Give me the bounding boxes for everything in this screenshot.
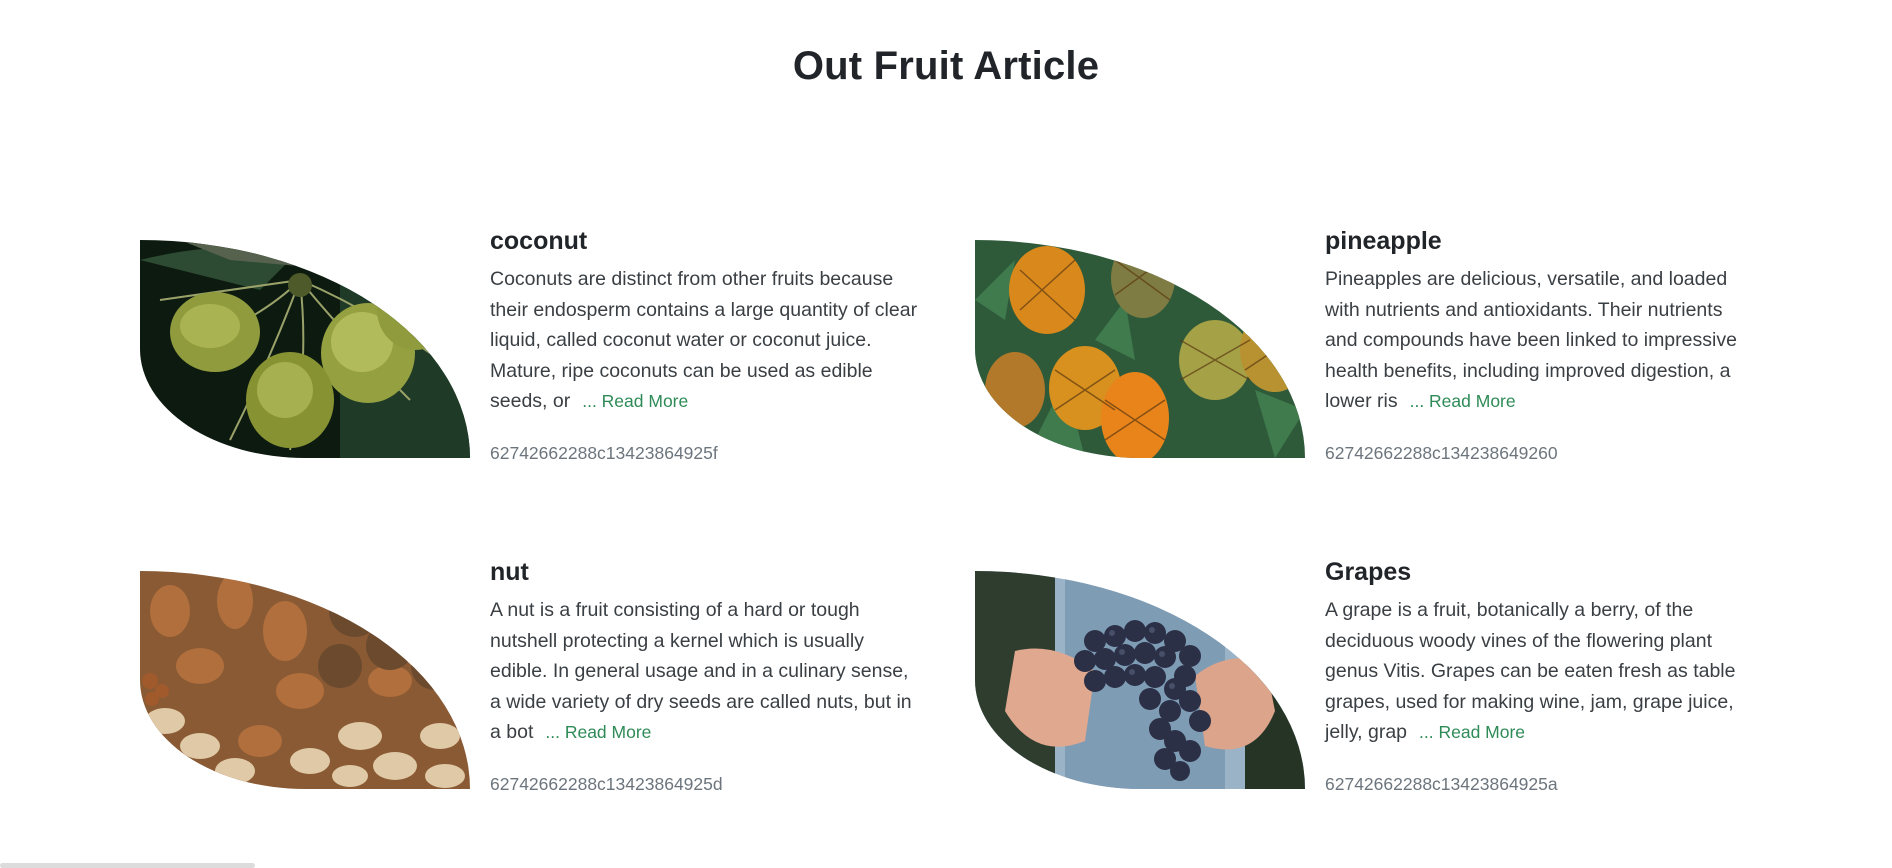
article-id: 62742662288c13423864925d: [490, 773, 723, 794]
article-id: 62742662288c13423864925a: [1325, 773, 1558, 794]
article-card-coconut: coconut Coconuts are distinct from other…: [140, 222, 960, 463]
article-card-grapes: Grapes A grape is a fruit, botanically a…: [975, 553, 1795, 794]
article-excerpt-text: Coconuts are distinct from other fruits …: [490, 268, 918, 412]
article-id: 62742662288c134238649260: [1325, 442, 1558, 463]
article-excerpt-text: Pineapples are delicious, versatile, and…: [1325, 268, 1737, 412]
article-excerpt-text: A grape is a fruit, botanically a berry,…: [1325, 599, 1736, 743]
horizontal-scrollbar[interactable]: [0, 863, 255, 868]
article-body: coconut Coconuts are distinct from other…: [490, 222, 920, 464]
article-title: Grapes: [1325, 558, 1412, 586]
read-more-link[interactable]: ... Read More: [1419, 722, 1525, 742]
article-excerpt: Coconuts are distinct from other fruits …: [490, 264, 920, 417]
article-body: nut A nut is a fruit consisting of a har…: [490, 553, 920, 795]
page: Out Fruit Article coconut Coconuts are d…: [0, 0, 1892, 868]
grapes-icon: [975, 571, 1305, 789]
pineapple-icon: [975, 240, 1305, 458]
article-title: coconut: [490, 227, 588, 255]
article-card-nut: nut A nut is a fruit consisting of a har…: [140, 553, 960, 794]
read-more-link[interactable]: ... Read More: [545, 722, 651, 742]
article-body: Grapes A grape is a fruit, botanically a…: [1325, 553, 1755, 795]
article-title: pineapple: [1325, 227, 1442, 255]
read-more-link[interactable]: ... Read More: [582, 391, 688, 411]
article-card-pineapple: pineapple Pineapples are delicious, vers…: [975, 222, 1795, 463]
nut-image: [140, 571, 470, 789]
article-id: 62742662288c13423864925f: [490, 442, 718, 463]
nuts-icon: [140, 571, 470, 789]
coconut-icon: [140, 240, 470, 458]
article-body: pineapple Pineapples are delicious, vers…: [1325, 222, 1755, 464]
article-excerpt: A grape is a fruit, botanically a berry,…: [1325, 595, 1755, 748]
article-excerpt: Pineapples are delicious, versatile, and…: [1325, 264, 1755, 417]
article-title: nut: [490, 558, 529, 586]
grapes-image: [975, 571, 1305, 789]
read-more-link[interactable]: ... Read More: [1410, 391, 1516, 411]
pineapple-image: [975, 240, 1305, 458]
article-excerpt: A nut is a fruit consisting of a hard or…: [490, 595, 920, 748]
coconut-image: [140, 240, 470, 458]
page-title: Out Fruit Article: [792, 44, 1100, 88]
